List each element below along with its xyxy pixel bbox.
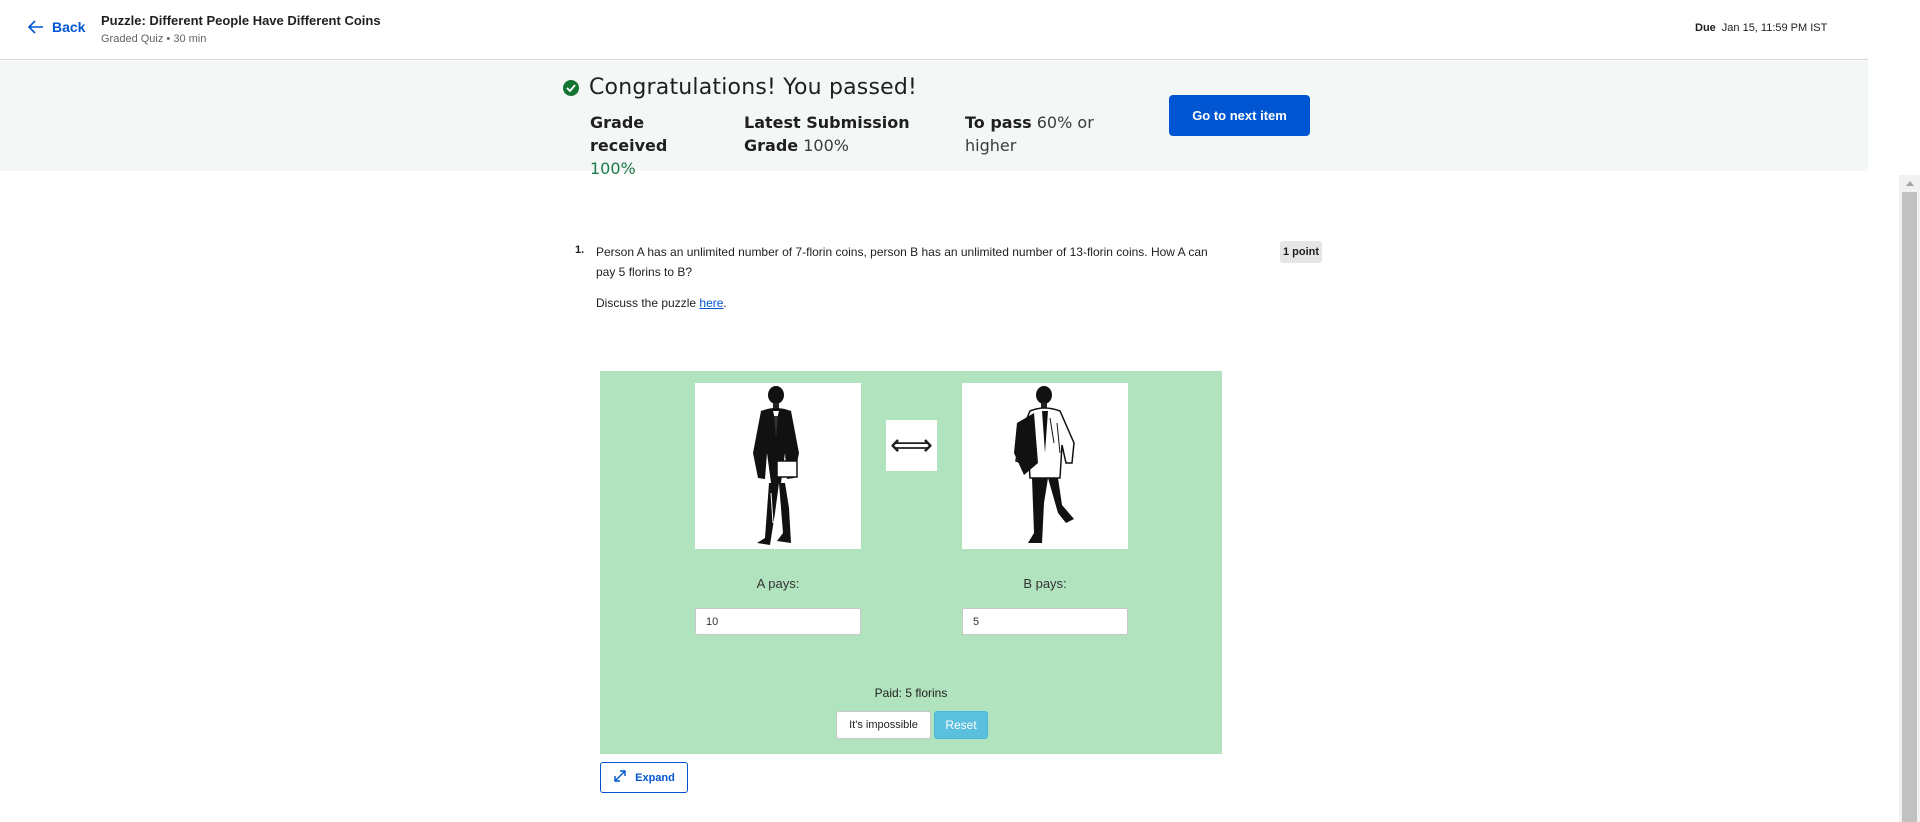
arrow-left-icon bbox=[28, 20, 44, 34]
latest-label-2: Grade bbox=[744, 136, 799, 155]
its-impossible-button[interactable]: It's impossible bbox=[836, 711, 931, 739]
pass-threshold: To pass 60% or higher bbox=[965, 111, 1105, 157]
expand-label: Expand bbox=[635, 771, 675, 784]
page-title: Puzzle: Different People Have Different … bbox=[101, 13, 381, 28]
grade-label-1: Grade bbox=[590, 113, 645, 132]
grade-value: 100% bbox=[590, 159, 636, 178]
back-button[interactable]: Back bbox=[28, 19, 85, 35]
discuss-prefix: Discuss the puzzle bbox=[596, 296, 700, 310]
grade-label-2: received bbox=[590, 136, 668, 155]
paid-status: Paid: 5 florins bbox=[874, 686, 948, 700]
points-badge: 1 point bbox=[1280, 241, 1322, 263]
scroll-up-arrow-icon[interactable] bbox=[1899, 175, 1920, 192]
go-to-next-item-button[interactable]: Go to next item bbox=[1169, 95, 1310, 136]
pass-label: To pass bbox=[965, 113, 1032, 132]
question-text: Person A has an unlimited number of 7-fl… bbox=[596, 245, 1208, 279]
title-block: Puzzle: Different People Have Different … bbox=[101, 13, 381, 45]
b-pays-input[interactable] bbox=[962, 608, 1128, 635]
question-number: 1. bbox=[575, 244, 585, 256]
due-value: Jan 15, 11:59 PM IST bbox=[1721, 22, 1828, 34]
expand-icon bbox=[613, 769, 627, 786]
latest-value: 100% bbox=[803, 136, 849, 155]
latest-label-1: Latest Submission bbox=[744, 113, 910, 132]
result-banner: Congratulations! You passed! Grade recei… bbox=[0, 61, 1868, 178]
b-pays-label: B pays: bbox=[1023, 576, 1067, 591]
due-date: Due Jan 15, 11:59 PM IST bbox=[1695, 22, 1827, 34]
person-a-image bbox=[695, 383, 861, 549]
reset-button[interactable]: Reset bbox=[934, 711, 988, 739]
scroll-thumb[interactable] bbox=[1902, 192, 1917, 822]
person-b-image bbox=[962, 383, 1128, 549]
congrats-heading: Congratulations! You passed! bbox=[563, 75, 917, 100]
due-label: Due bbox=[1695, 22, 1716, 34]
pass-value-1: 60% or bbox=[1036, 113, 1094, 132]
check-circle-icon bbox=[563, 79, 579, 96]
expand-button[interactable]: Expand bbox=[600, 762, 688, 793]
scrollbar[interactable] bbox=[1899, 175, 1920, 822]
congrats-text: Congratulations! You passed! bbox=[589, 75, 918, 100]
puzzle-widget: ⟺ A pays: B pays: Paid: 5 florins It's i… bbox=[600, 371, 1222, 754]
discuss-line: Discuss the puzzle here. bbox=[596, 293, 727, 313]
discuss-link[interactable]: here bbox=[699, 296, 723, 310]
a-pays-input[interactable] bbox=[695, 608, 861, 635]
exchange-arrow-icon: ⟺ bbox=[886, 420, 937, 471]
discuss-suffix: . bbox=[723, 296, 727, 310]
a-pays-label: A pays: bbox=[756, 576, 800, 591]
back-label: Back bbox=[52, 19, 86, 35]
top-bar: Back Puzzle: Different People Have Diffe… bbox=[0, 0, 1868, 60]
pass-value-2: higher bbox=[965, 136, 1017, 155]
grade-received: Grade received 100% bbox=[590, 111, 710, 180]
latest-submission-grade: Latest Submission Grade 100% bbox=[744, 111, 914, 157]
page-subtitle: Graded Quiz • 30 min bbox=[101, 33, 207, 45]
